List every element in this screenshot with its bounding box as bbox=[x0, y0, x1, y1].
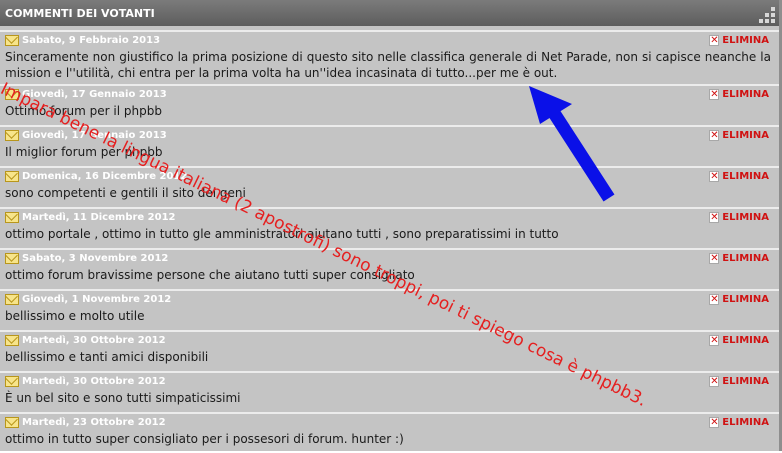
comment-list: Sabato, 9 Febbraio 2013 ✕ ELIMINA Sincerame… bbox=[0, 30, 779, 453]
delete-x-icon: ✕ bbox=[709, 212, 720, 223]
comment-meta: Martedì, 30 Ottobre 2012 bbox=[5, 332, 779, 349]
comment-date: Martedì, 30 Ottobre 2012 bbox=[22, 335, 166, 346]
delete-x-icon: ✕ bbox=[709, 294, 720, 305]
comment-text: ottimo portale , ottimo in tutto gle amm… bbox=[5, 227, 559, 241]
delete-x-icon: ✕ bbox=[709, 417, 720, 428]
comment-row: Sabato, 9 Febbraio 2013 ✕ ELIMINA Sincerame… bbox=[0, 30, 779, 84]
comment-row: Giovedì, 1 Novembre 2012 ✕ ELIMINA bellissi… bbox=[0, 289, 779, 330]
delete-label[interactable]: ELIMINA bbox=[722, 89, 769, 100]
delete-label[interactable]: ELIMINA bbox=[722, 171, 769, 182]
comments-panel: COMMENTI DEI VOTANTI Sabato, 9 Febbraio … bbox=[0, 0, 782, 451]
delete-button[interactable]: ✕ ELIMINA bbox=[709, 130, 769, 141]
delete-x-icon: ✕ bbox=[709, 89, 720, 100]
comment-meta: Martedì, 23 Ottobre 2012 bbox=[5, 414, 779, 431]
delete-label[interactable]: ELIMINA bbox=[722, 417, 769, 428]
comment-date: Martedì, 23 Ottobre 2012 bbox=[22, 417, 166, 428]
delete-button[interactable]: ✕ ELIMINA bbox=[709, 171, 769, 182]
comment-text: sono competenti e gentili il sito dei ge… bbox=[5, 186, 246, 200]
envelope-icon bbox=[5, 294, 19, 305]
delete-button[interactable]: ✕ ELIMINA bbox=[709, 417, 769, 428]
delete-button[interactable]: ✕ ELIMINA bbox=[709, 212, 769, 223]
delete-button[interactable]: ✕ ELIMINA bbox=[709, 376, 769, 387]
envelope-icon bbox=[5, 253, 19, 264]
comment-text: Ottimo forum per il phpbb bbox=[5, 104, 162, 118]
comment-text: bellissimo e tanti amici disponibili bbox=[5, 350, 209, 364]
comment-date: Martedì, 11 Dicembre 2012 bbox=[22, 212, 176, 223]
comment-meta: Domenica, 16 Dicembre 2012 bbox=[5, 168, 779, 185]
delete-button[interactable]: ✕ ELIMINA bbox=[709, 35, 769, 46]
delete-x-icon: ✕ bbox=[709, 35, 720, 46]
comment-row: Martedì, 23 Ottobre 2012 ✕ ELIMINA ottimo i… bbox=[0, 412, 779, 453]
comment-meta: Giovedì, 1 Novembre 2012 bbox=[5, 291, 779, 308]
envelope-icon bbox=[5, 212, 19, 223]
delete-label[interactable]: ELIMINA bbox=[722, 130, 769, 141]
delete-x-icon: ✕ bbox=[709, 335, 720, 346]
comment-meta: Martedì, 30 Ottobre 2012 bbox=[5, 373, 779, 390]
panel-title: COMMENTI DEI VOTANTI bbox=[5, 7, 155, 20]
panel-header: COMMENTI DEI VOTANTI bbox=[0, 0, 779, 26]
comment-text: Sinceramente non giustifico la prima pos… bbox=[5, 50, 771, 80]
delete-x-icon: ✕ bbox=[709, 253, 720, 264]
comment-text: ottimo in tutto super consigliato per i … bbox=[5, 432, 404, 446]
comment-meta: Giovedì, 17 Gennaio 2013 bbox=[5, 86, 779, 103]
comment-meta: Sabato, 9 Febbraio 2013 bbox=[5, 32, 779, 49]
delete-x-icon: ✕ bbox=[709, 376, 720, 387]
comment-date: Sabato, 9 Febbraio 2013 bbox=[22, 35, 161, 46]
delete-x-icon: ✕ bbox=[709, 130, 720, 141]
comment-date: Martedì, 30 Ottobre 2012 bbox=[22, 376, 166, 387]
comment-date: Sabato, 3 Novembre 2012 bbox=[22, 253, 169, 264]
delete-button[interactable]: ✕ ELIMINA bbox=[709, 335, 769, 346]
comment-text: bellissimo e molto utile bbox=[5, 309, 145, 323]
delete-x-icon: ✕ bbox=[709, 171, 720, 182]
delete-button[interactable]: ✕ ELIMINA bbox=[709, 253, 769, 264]
comment-meta: Martedì, 11 Dicembre 2012 bbox=[5, 209, 779, 226]
delete-button[interactable]: ✕ ELIMINA bbox=[709, 89, 769, 100]
comment-row: Martedì, 11 Dicembre 2012 ✕ ELIMINA ottimo … bbox=[0, 207, 779, 248]
envelope-icon bbox=[5, 130, 19, 141]
comment-row: Martedì, 30 Ottobre 2012 ✕ ELIMINA bellissi… bbox=[0, 330, 779, 371]
comment-row: Martedì, 30 Ottobre 2012 ✕ ELIMINA È un bel… bbox=[0, 371, 779, 412]
delete-label[interactable]: ELIMINA bbox=[722, 212, 769, 223]
resize-grip-icon[interactable] bbox=[758, 7, 776, 23]
envelope-icon bbox=[5, 376, 19, 387]
delete-label[interactable]: ELIMINA bbox=[722, 294, 769, 305]
envelope-icon bbox=[5, 335, 19, 346]
envelope-icon bbox=[5, 35, 19, 46]
comment-meta: Sabato, 3 Novembre 2012 bbox=[5, 250, 779, 267]
delete-label[interactable]: ELIMINA bbox=[722, 376, 769, 387]
delete-label[interactable]: ELIMINA bbox=[722, 35, 769, 46]
comment-date: Giovedì, 1 Novembre 2012 bbox=[22, 294, 172, 305]
comment-text: È un bel sito e sono tutti simpaticissim… bbox=[5, 391, 241, 405]
comment-row: Domenica, 16 Dicembre 2012 ✕ ELIMINA sono c… bbox=[0, 166, 779, 207]
delete-label[interactable]: ELIMINA bbox=[722, 335, 769, 346]
delete-label[interactable]: ELIMINA bbox=[722, 253, 769, 264]
envelope-icon bbox=[5, 417, 19, 428]
envelope-icon bbox=[5, 171, 19, 182]
comment-row: Giovedì, 17 Gennaio 2013 ✕ ELIMINA Ottimo f… bbox=[0, 84, 779, 125]
delete-button[interactable]: ✕ ELIMINA bbox=[709, 294, 769, 305]
